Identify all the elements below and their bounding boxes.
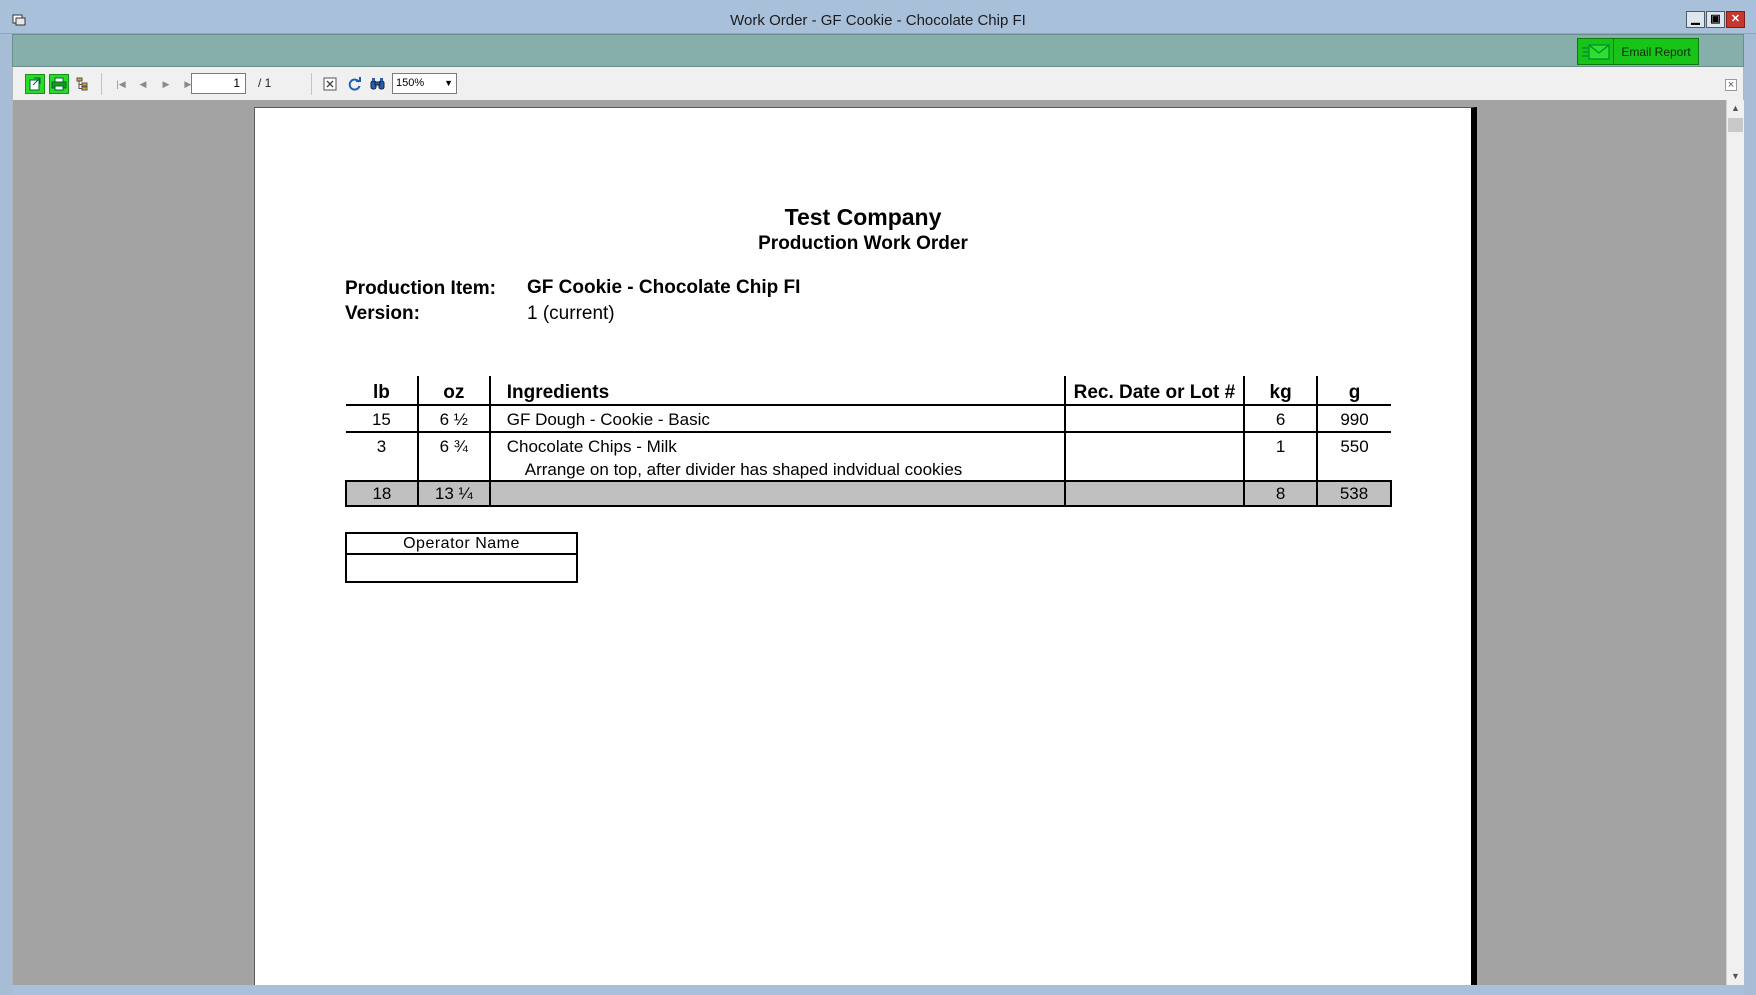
email-report-label: Email Report — [1621, 44, 1691, 59]
production-item-label: Production Item: — [345, 278, 496, 299]
first-page-icon[interactable]: |◀ — [111, 74, 131, 94]
export-icon[interactable] — [25, 74, 45, 94]
cell-oz: 6 ¾ — [417, 432, 491, 482]
previous-page-icon[interactable]: ◀ — [133, 74, 153, 94]
header-ingredients: Ingredients — [489, 376, 1066, 406]
version-label: Version: — [345, 303, 420, 324]
scroll-up-icon[interactable]: ▲ — [1727, 100, 1744, 117]
company-name: Test Company — [784, 204, 942, 230]
cell-oz: 6 ½ — [417, 405, 491, 433]
cell-g: 550 — [1317, 432, 1391, 482]
table-row: 3 6 ¾ Chocolate Chips - Milk Arrange on … — [346, 432, 1391, 482]
total-rec — [1064, 481, 1246, 507]
total-row: 18 13 ¼ 8 538 — [345, 481, 1392, 507]
cell-rec — [1064, 432, 1246, 482]
close-button[interactable]: ✕ — [1726, 11, 1745, 28]
report-subtitle: Production Work Order — [758, 233, 968, 254]
refresh-icon[interactable] — [344, 74, 364, 94]
print-icon[interactable] — [49, 74, 69, 94]
toolbar-separator — [101, 73, 102, 95]
window-title: Work Order - GF Cookie - Chocolate Chip … — [730, 12, 1026, 29]
zoom-value: 150% — [396, 77, 425, 89]
header-g: g — [1317, 376, 1391, 406]
report-toolbar: |◀ ◀ ▶ ▶| — [12, 67, 1744, 100]
close-tab-icon[interactable]: × — [1725, 79, 1737, 91]
group-tree-icon[interactable] — [73, 74, 93, 94]
vertical-scrollbar[interactable]: ▲ ▼ — [1726, 100, 1744, 985]
cell-ingredient: Chocolate Chips - Milk Arrange on top, a… — [489, 432, 1066, 482]
window-bottom-border — [12, 985, 1744, 995]
total-ingredient — [489, 481, 1066, 507]
page-number-input[interactable]: 1 — [191, 73, 246, 94]
chevron-down-icon: ▼ — [444, 78, 453, 88]
next-page-icon[interactable]: ▶ — [156, 74, 176, 94]
total-g: 538 — [1317, 481, 1392, 507]
operator-name-box: Operator Name — [345, 532, 578, 583]
cell-lb: 3 — [346, 432, 419, 482]
toolbar-separator — [311, 73, 312, 95]
window-titlebar: Work Order - GF Cookie - Chocolate Chip … — [0, 0, 1756, 34]
cell-kg: 6 — [1244, 405, 1319, 433]
stop-icon[interactable] — [320, 74, 340, 94]
email-icon — [1578, 39, 1614, 64]
cell-g: 990 — [1317, 405, 1391, 433]
cell-lb: 15 — [346, 405, 419, 433]
zoom-select[interactable]: 150% ▼ — [392, 73, 457, 94]
total-oz: 13 ¼ — [417, 481, 491, 507]
cell-ingredient: GF Dough - Cookie - Basic — [489, 405, 1066, 433]
operator-name-label: Operator Name — [347, 534, 576, 555]
action-bar — [12, 34, 1744, 67]
scroll-down-icon[interactable]: ▼ — [1727, 968, 1744, 985]
header-oz: oz — [417, 376, 491, 406]
operator-name-cell — [347, 555, 576, 581]
scrollbar-thumb[interactable] — [1728, 118, 1743, 132]
report-page: Test Company Production Work Order Produ… — [254, 107, 1477, 987]
page-total: / 1 — [258, 76, 272, 90]
version-value: 1 (current) — [527, 303, 615, 324]
email-report-button[interactable]: Email Report — [1577, 38, 1699, 65]
header-kg: kg — [1244, 376, 1319, 406]
ingredient-name: Chocolate Chips - Milk — [506, 437, 677, 456]
total-lb: 18 — [345, 481, 419, 507]
header-rec-date-lot: Rec. Date or Lot # — [1064, 376, 1246, 406]
ingredients-table: lb oz Ingredients Rec. Date or Lot # kg … — [345, 376, 1392, 507]
table-row: 15 6 ½ GF Dough - Cookie - Basic 6 990 — [346, 405, 1391, 433]
table-header-row: lb oz Ingredients Rec. Date or Lot # kg … — [346, 376, 1391, 406]
cell-rec — [1064, 405, 1246, 433]
ingredient-name: GF Dough - Cookie - Basic — [506, 410, 710, 429]
production-item-value: GF Cookie - Chocolate Chip FI — [527, 277, 801, 298]
minimize-button[interactable]: ▁ — [1686, 11, 1705, 28]
header-lb: lb — [346, 376, 419, 406]
cell-kg: 1 — [1244, 432, 1319, 482]
maximize-button[interactable]: ▣ — [1706, 11, 1725, 28]
total-kg: 8 — [1244, 481, 1319, 507]
ingredient-note: Arrange on top, after divider has shaped… — [524, 460, 963, 479]
search-icon[interactable] — [367, 74, 387, 94]
